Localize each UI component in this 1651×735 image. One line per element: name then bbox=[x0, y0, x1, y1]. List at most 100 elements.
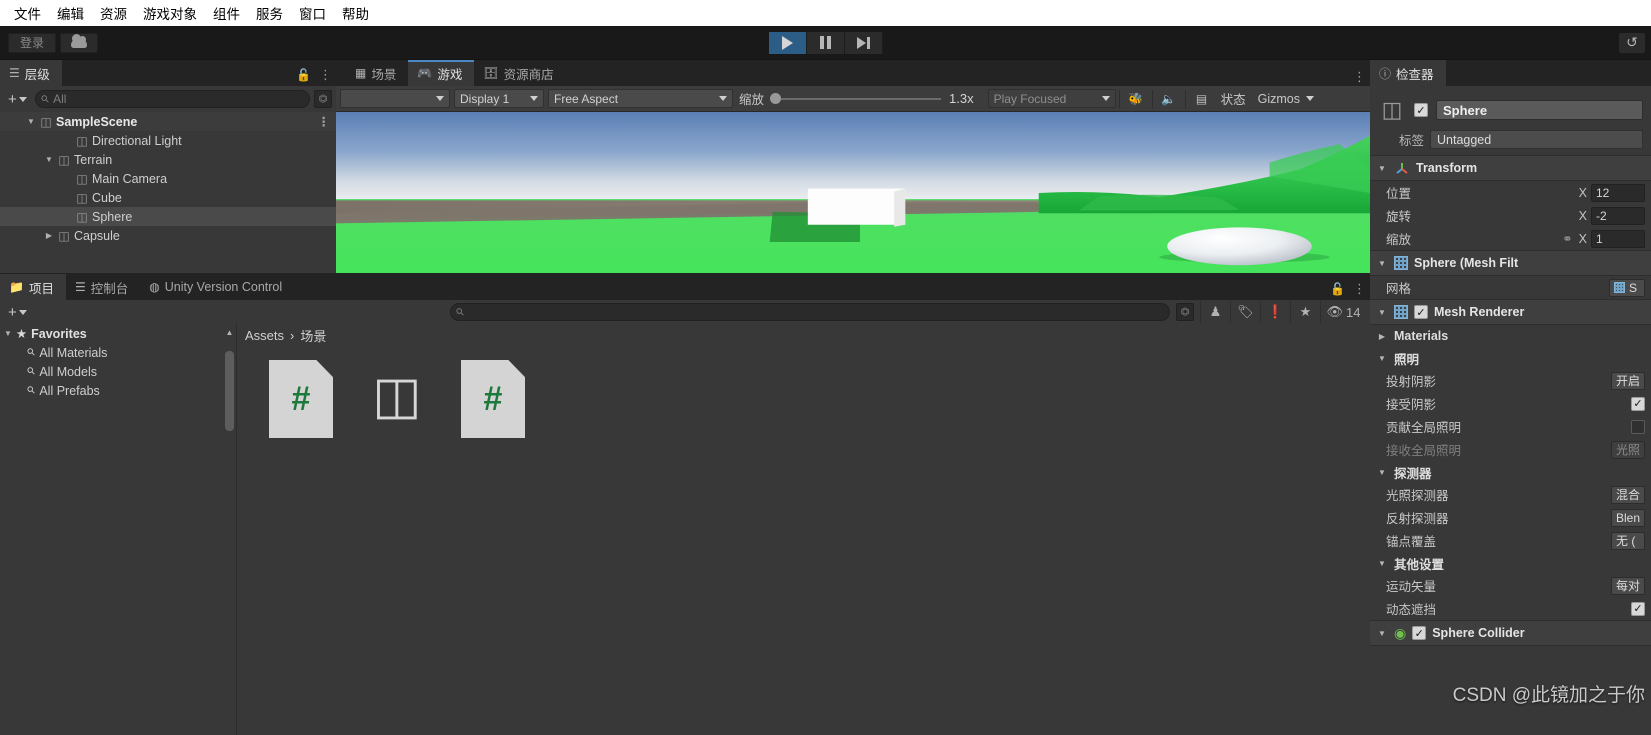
display-dropdown[interactable]: Display 1 bbox=[454, 89, 544, 108]
link-broken-icon[interactable]: ⚭ bbox=[1562, 231, 1578, 246]
tag-dropdown[interactable]: Untagged bbox=[1430, 130, 1643, 149]
tab-scene[interactable]: ▦ 场景 bbox=[346, 60, 408, 86]
hierarchy-item-cube[interactable]: ◫ Cube bbox=[0, 188, 336, 207]
breadcrumb-assets[interactable]: Assets bbox=[245, 328, 284, 343]
project-tree-scrollbar[interactable]: ▲ bbox=[225, 328, 234, 731]
game-render-canvas[interactable] bbox=[336, 112, 1370, 273]
menu-item-edit[interactable]: 编辑 bbox=[49, 3, 92, 23]
foldout-arrow-icon[interactable]: ▶ bbox=[1376, 332, 1388, 341]
slider-handle[interactable] bbox=[770, 93, 782, 104]
foldout-arrow-icon[interactable]: ▼ bbox=[4, 329, 12, 338]
hierarchy-filter-button[interactable]: ⏣ bbox=[314, 90, 332, 108]
foldout-collapsed-icon[interactable]: ▶ bbox=[42, 231, 56, 240]
favorite-all-models[interactable]: ⚲ All Models bbox=[0, 362, 236, 381]
aspect-dropdown[interactable]: Free Aspect bbox=[548, 89, 733, 108]
foldout-arrow-icon[interactable]: ▼ bbox=[1376, 354, 1388, 363]
play-mode-dropdown[interactable]: Play Focused bbox=[987, 89, 1116, 108]
play-button[interactable] bbox=[768, 31, 807, 54]
rotation-x-field[interactable]: -2 bbox=[1591, 206, 1645, 225]
probes-foldout[interactable]: ▼ 探测器 bbox=[1370, 461, 1651, 483]
tab-hierarchy[interactable]: ☰ 层级 bbox=[0, 60, 62, 86]
motion-vectors-dropdown[interactable]: 每对 bbox=[1611, 576, 1645, 595]
scale-x-field[interactable]: 1 bbox=[1591, 229, 1645, 248]
hidden-count-button[interactable]: 👁 14 bbox=[1320, 301, 1366, 323]
bug-icon[interactable]: 🐝 bbox=[1123, 89, 1149, 109]
tab-console[interactable]: ☰ 控制台 bbox=[66, 274, 140, 300]
star-icon[interactable]: ★ bbox=[1290, 301, 1320, 323]
project-add-button[interactable]: + bbox=[4, 304, 31, 321]
mesh-object-field[interactable]: S bbox=[1609, 278, 1645, 297]
breadcrumb-scenes[interactable]: 场景 bbox=[300, 326, 326, 345]
materials-foldout[interactable]: ▶ Materials bbox=[1370, 325, 1651, 347]
favorite-all-prefabs[interactable]: ⚲ All Prefabs bbox=[0, 381, 236, 400]
hierarchy-add-button[interactable]: + bbox=[4, 91, 31, 108]
hierarchy-item-capsule[interactable]: ▶ ◫ Capsule bbox=[0, 226, 336, 245]
menu-item-services[interactable]: 服务 bbox=[248, 3, 291, 23]
lock-icon[interactable]: 🔓 bbox=[296, 68, 311, 82]
gameview-camera-dropdown[interactable] bbox=[340, 89, 450, 108]
component-header-mesh-renderer[interactable]: ▼ ✓ Mesh Renderer bbox=[1370, 299, 1651, 325]
hierarchy-search-input[interactable]: ⚲ All bbox=[34, 90, 310, 108]
menu-item-assets[interactable]: 资源 bbox=[92, 3, 135, 23]
scene-menu-icon[interactable]: ⋮ bbox=[318, 114, 331, 129]
gizmos-chevron-down-icon[interactable] bbox=[1305, 96, 1314, 101]
scale-slider[interactable] bbox=[770, 93, 942, 104]
hierarchy-item-terrain[interactable]: ▼ ◫ Terrain bbox=[0, 150, 336, 169]
tag-icon[interactable]: 🏷 bbox=[1230, 301, 1260, 323]
asset-item[interactable]: ◫ bbox=[365, 360, 437, 438]
scroll-up-arrow-icon[interactable]: ▲ bbox=[225, 328, 234, 337]
hierarchy-item-samplescene[interactable]: ▼ ◫ SampleScene ⋮ bbox=[0, 112, 336, 131]
tab-asset-store[interactable]: 🗄 资源商店 bbox=[474, 60, 565, 86]
object-enabled-checkbox[interactable]: ✓ bbox=[1414, 103, 1428, 117]
foldout-expanded-icon[interactable]: ▼ bbox=[24, 117, 38, 126]
undo-history-button[interactable]: ↺ bbox=[1619, 32, 1645, 53]
component-header-mesh-filter[interactable]: ▼ Sphere (Mesh Filt bbox=[1370, 250, 1651, 276]
dynamic-occlusion-checkbox[interactable]: ✓ bbox=[1631, 601, 1645, 616]
asset-item[interactable]: # bbox=[269, 360, 341, 438]
menu-item-help[interactable]: 帮助 bbox=[334, 3, 377, 23]
other-settings-foldout[interactable]: ▼ 其他设置 bbox=[1370, 552, 1651, 574]
light-probes-dropdown[interactable]: 混合 bbox=[1611, 485, 1645, 504]
hierarchy-item-main-camera[interactable]: ◫ Main Camera bbox=[0, 169, 336, 188]
gizmos-label[interactable]: Gizmos bbox=[1252, 92, 1306, 106]
warning-icon[interactable]: ❗ bbox=[1260, 301, 1290, 323]
stats-label[interactable]: 状态 bbox=[1215, 89, 1252, 108]
menu-item-file[interactable]: 文件 bbox=[6, 3, 49, 23]
foldout-arrow-icon[interactable]: ▼ bbox=[1376, 308, 1388, 317]
asset-item[interactable]: # bbox=[461, 360, 533, 438]
foldout-expanded-icon[interactable]: ▼ bbox=[42, 155, 56, 164]
object-name-field[interactable]: Sphere bbox=[1436, 100, 1643, 120]
anchor-override-field[interactable]: 无 ( bbox=[1611, 531, 1645, 550]
favorites-header[interactable]: ▼ ★ Favorites bbox=[0, 324, 236, 343]
foldout-arrow-icon[interactable]: ▼ bbox=[1376, 629, 1388, 638]
scrollbar-thumb[interactable] bbox=[225, 351, 234, 431]
tab-game[interactable]: 🎮 游戏 bbox=[408, 60, 475, 86]
gameview-menu-icon[interactable]: ⋮ bbox=[1353, 70, 1366, 83]
foldout-arrow-icon[interactable]: ▼ bbox=[1376, 559, 1388, 568]
foldout-arrow-icon[interactable]: ▼ bbox=[1376, 259, 1388, 268]
menu-item-window[interactable]: 窗口 bbox=[291, 3, 334, 23]
project-search-input[interactable]: ⚲ bbox=[450, 303, 1170, 321]
frame-debugger-icon[interactable]: ▤ bbox=[1189, 89, 1215, 109]
cast-shadows-dropdown[interactable]: 开启 bbox=[1611, 371, 1645, 390]
foldout-arrow-icon[interactable]: ▼ bbox=[1376, 468, 1388, 477]
cloud-button[interactable] bbox=[60, 32, 98, 53]
signin-button[interactable]: 登录 bbox=[8, 32, 56, 53]
component-header-transform[interactable]: ▼ Transform bbox=[1370, 155, 1651, 181]
menu-item-gameobject[interactable]: 游戏对象 bbox=[135, 3, 205, 23]
tab-inspector[interactable]: ⓘ 检查器 bbox=[1370, 60, 1446, 86]
step-button[interactable] bbox=[844, 31, 883, 54]
hierarchy-item-directional-light[interactable]: ◫ Directional Light bbox=[0, 131, 336, 150]
audio-icon[interactable]: 🔈 bbox=[1156, 89, 1182, 109]
receive-gi-dropdown[interactable]: 光照 bbox=[1611, 440, 1645, 459]
favorite-all-materials[interactable]: ⚲ All Materials bbox=[0, 343, 236, 362]
lighting-foldout[interactable]: ▼ 照明 bbox=[1370, 347, 1651, 369]
hierarchy-menu-icon[interactable]: ⋮ bbox=[319, 68, 332, 81]
lock-icon[interactable]: 🔓 bbox=[1330, 282, 1345, 296]
sphere-collider-enabled-checkbox[interactable]: ✓ bbox=[1412, 626, 1427, 640]
contribute-gi-checkbox[interactable]: ✓ bbox=[1631, 419, 1645, 434]
tab-project[interactable]: 📁 项目 bbox=[0, 274, 66, 300]
mesh-renderer-enabled-checkbox[interactable]: ✓ bbox=[1414, 305, 1428, 319]
receive-shadows-checkbox[interactable]: ✓ bbox=[1631, 396, 1645, 411]
component-header-sphere-collider[interactable]: ▼ ◉ ✓ Sphere Collider bbox=[1370, 620, 1651, 646]
